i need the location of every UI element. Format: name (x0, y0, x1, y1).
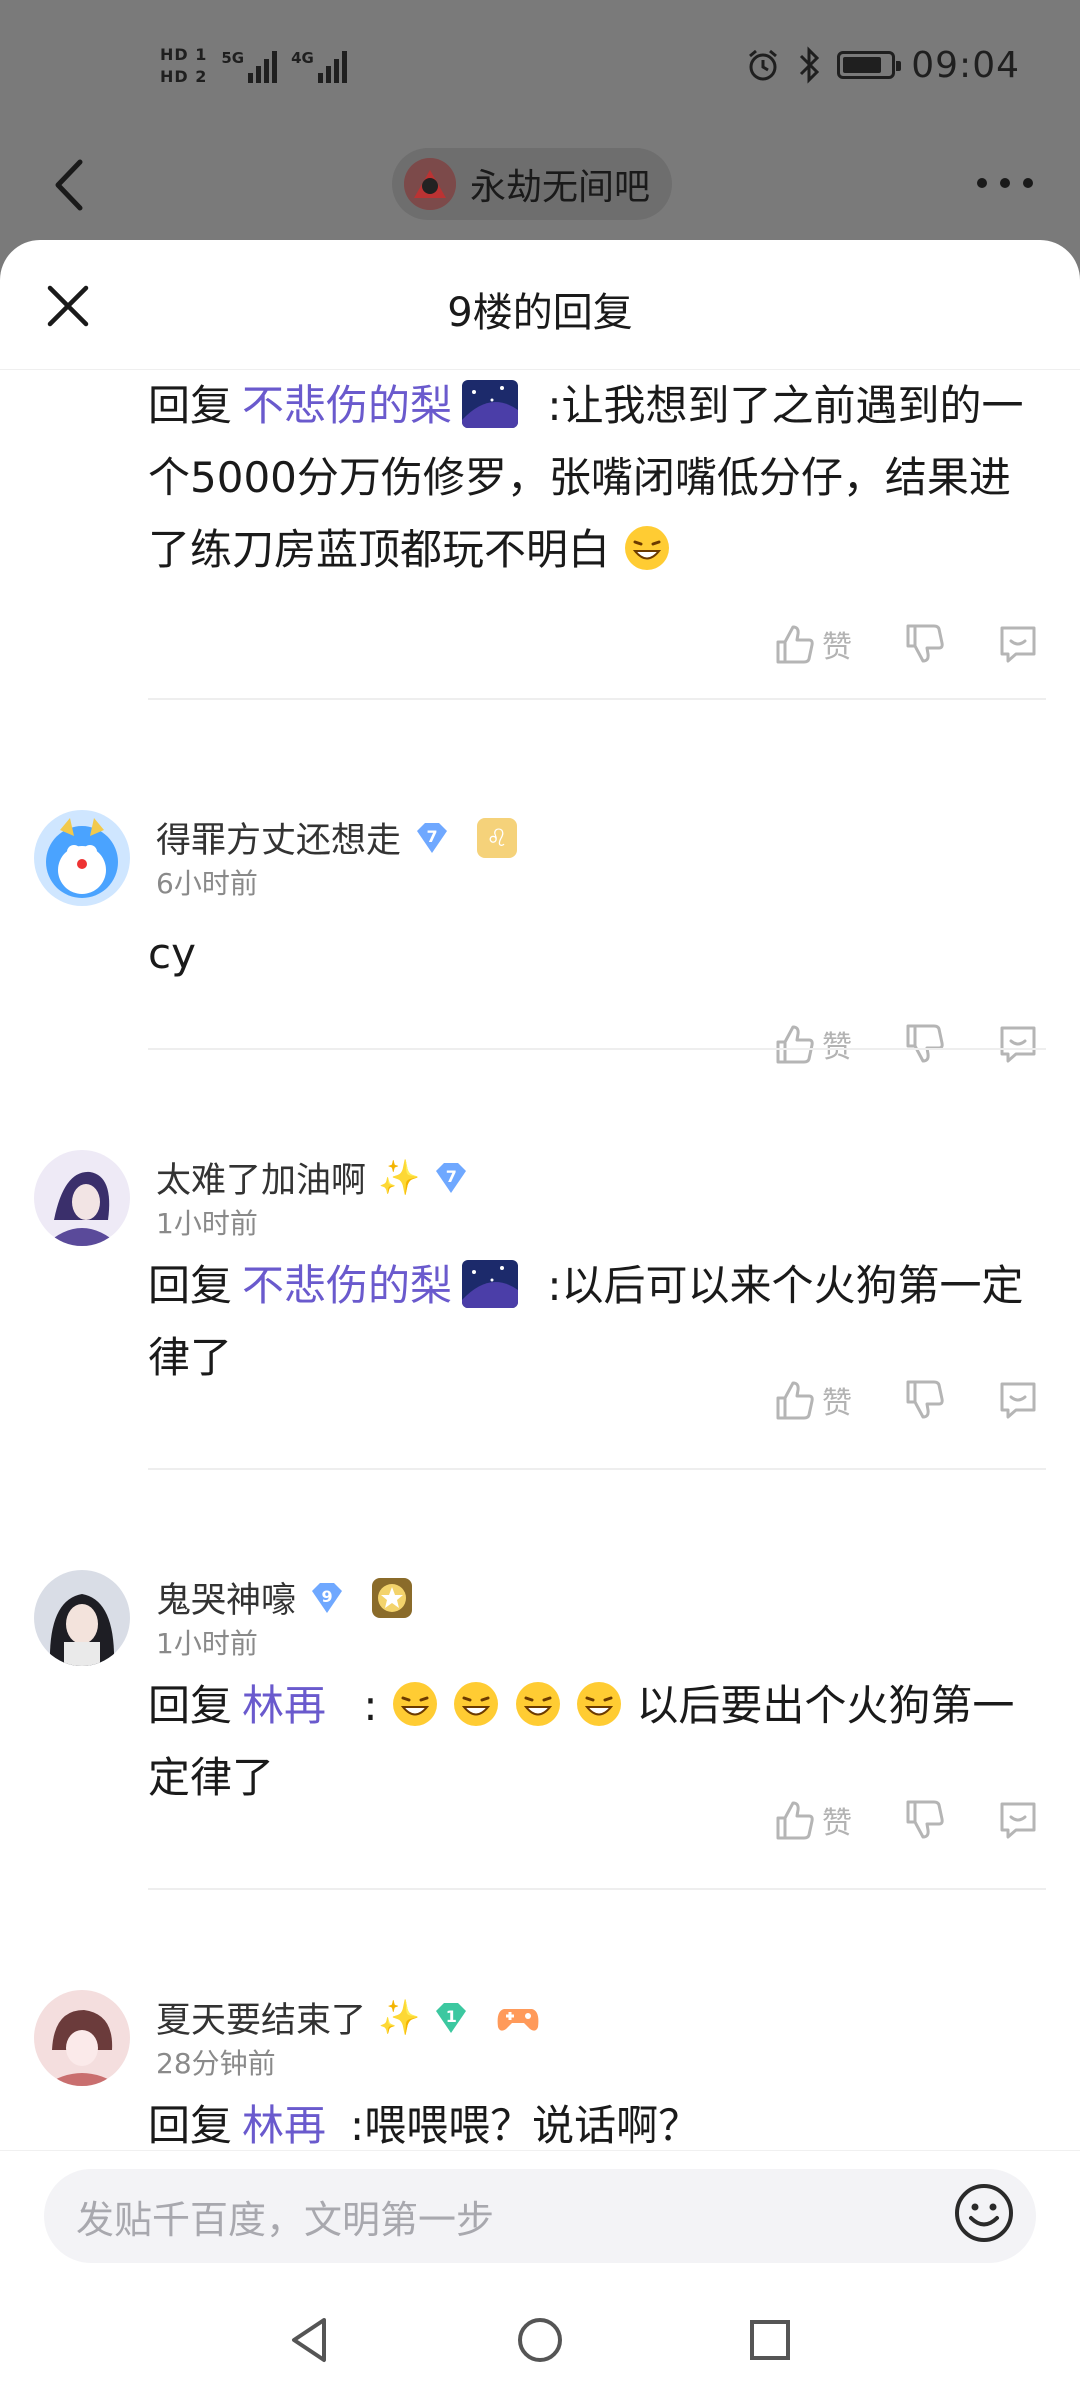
battery-icon (837, 51, 902, 79)
thumbs-up-icon (776, 1801, 814, 1840)
timestamp: 1小时前 (156, 1627, 258, 1660)
timestamp: 1小时前 (156, 1207, 258, 1240)
hd1-badge: HD 1 (160, 45, 208, 64)
system-nav-bar (0, 2280, 1080, 2400)
nav-recents-icon[interactable] (740, 2310, 800, 2370)
bluetooth-icon (800, 46, 820, 84)
reply-comment-icon[interactable] (996, 622, 1040, 666)
alarm-icon (749, 49, 778, 81)
input-placeholder: 发贴千百度，文明第一步 (76, 2197, 495, 2242)
username[interactable]: 太难了加油啊 (156, 1152, 366, 1203)
thumbs-up-icon (776, 625, 814, 664)
grin-emoji-icon (454, 1682, 499, 1726)
hd2-badge: HD 2 (160, 67, 208, 86)
grin-emoji-icon (625, 526, 670, 570)
like-button[interactable]: 赞 (772, 1378, 852, 1422)
username[interactable]: 得罪方丈还想走 (156, 812, 401, 863)
avatar[interactable] (34, 810, 130, 906)
reply-username-link[interactable]: 不悲伤的梨 (242, 381, 452, 430)
sparkle-icon: ✨ (378, 1997, 421, 2038)
sheet-title: 9楼的回复 (447, 290, 633, 336)
signal-indicators: HD 1 HD 2 5G 4G (160, 36, 347, 96)
comment-text: :喂喂喂？说话啊？ (350, 2101, 701, 2150)
level-badge: 1 (432, 2001, 470, 2035)
avatar[interactable] (34, 1570, 130, 1666)
thumbs-down-icon[interactable] (902, 622, 946, 666)
level-badge: 7 (432, 1161, 470, 1195)
medal-badge-icon (372, 1577, 413, 1618)
level-badge: 7 (413, 821, 451, 855)
night-sky-emoji-icon (462, 1260, 519, 1308)
comment-input-bar: 发贴千百度，文明第一步 (0, 2150, 1080, 2280)
back-arrow-icon[interactable] (40, 150, 100, 220)
grin-emoji-icon (515, 1682, 560, 1726)
avatar[interactable] (34, 1150, 130, 1246)
signal-5g-icon: 5G (221, 49, 278, 83)
comment-list: 回复 不悲伤的梨 :让我想到了之前遇到的一个5000分万伤修罗，张嘴闭嘴低分仔，结… (0, 370, 1080, 2150)
comment-actions: 赞 (772, 614, 1040, 674)
thumbs-down-icon[interactable] (902, 1798, 946, 1842)
like-button[interactable]: 赞 (772, 1798, 852, 1842)
reply-username-link[interactable]: 不悲伤的梨 (242, 1261, 452, 1310)
username[interactable]: 夏天要结束了 (156, 1992, 366, 2043)
status-bar: HD 1 HD 2 5G 4G 09:04 (0, 0, 1080, 130)
thumbs-up-icon (776, 1381, 814, 1420)
reply-username-link[interactable]: 林再 (242, 1681, 326, 1730)
forum-avatar (404, 158, 456, 210)
timestamp: 6小时前 (156, 867, 258, 900)
like-button[interactable]: 赞 (772, 622, 852, 666)
top-nav: 永劫无间吧 (0, 130, 1080, 240)
more-icon[interactable] (970, 168, 1040, 198)
nav-back-icon[interactable] (280, 2310, 340, 2370)
emoji-button-icon[interactable] (952, 2181, 1016, 2245)
reply-sheet: 9楼的回复 回复 不悲伤的梨 :让我想到了之前遇到的一个5000分万伤修罗，张嘴闭… (0, 240, 1080, 2400)
level-badge: 9 (308, 1581, 346, 1615)
comment-text: cy (148, 929, 196, 978)
comment-actions: 赞 (772, 1370, 1040, 1430)
reply-comment-icon[interactable] (996, 1798, 1040, 1842)
reply-comment-icon[interactable] (996, 1378, 1040, 1422)
clock: 09:04 (911, 44, 1020, 86)
comment-item: 太难了加油啊 ✨ 7 1小时前 回复 不悲伤的梨 :以后可以来个火狗第一定律了 赞 (0, 1050, 1080, 1470)
forum-name: 永劫无间吧 (470, 167, 651, 208)
comment-item: 鬼哭神嚎 9 1小时前 回复 林再 : 以后要出个火狗第一定律了 赞 (0, 1470, 1080, 1890)
leo-zodiac-icon: ♌ (477, 817, 518, 858)
timestamp: 28分钟前 (156, 2047, 276, 2080)
game-controller-icon (497, 2008, 539, 2031)
comment-body: cy (148, 918, 1048, 990)
comment-input[interactable]: 发贴千百度，文明第一步 (44, 2169, 1036, 2263)
comment-actions: 赞 (772, 1790, 1040, 1850)
signal-4g-icon: 4G (291, 49, 347, 83)
sparkle-icon: ✨ (378, 1157, 421, 1198)
night-sky-emoji-icon (462, 380, 519, 428)
reply-username-link[interactable]: 林再 (242, 2101, 326, 2150)
comment-body: 回复 不悲伤的梨 :让我想到了之前遇到的一个5000分万伤修罗，张嘴闭嘴低分仔，结… (148, 380, 1024, 574)
avatar[interactable] (34, 1990, 130, 2086)
grin-emoji-icon (576, 1682, 621, 1726)
sheet-header: 9楼的回复 (0, 240, 1080, 370)
comment-body: 回复 林再:喂喂喂？说话啊？ (148, 2101, 701, 2150)
comment-item: 回复 不悲伤的梨 :让我想到了之前遇到的一个5000分万伤修罗，张嘴闭嘴低分仔，结… (0, 370, 1080, 700)
grin-emoji-icon (392, 1682, 437, 1726)
thumbs-down-icon[interactable] (902, 1378, 946, 1422)
username[interactable]: 鬼哭神嚎 (156, 1572, 296, 1623)
nav-home-icon[interactable] (510, 2310, 570, 2370)
forum-pill[interactable]: 永劫无间吧 (392, 148, 673, 220)
comment-item: 夏天要结束了 ✨ 1 28分钟前 回复 林再:喂喂喂？说话啊？ (0, 1890, 1080, 2150)
